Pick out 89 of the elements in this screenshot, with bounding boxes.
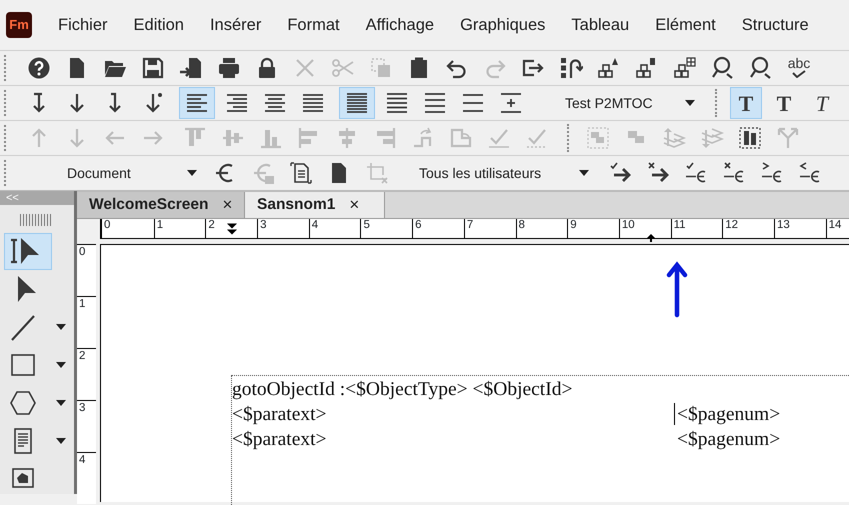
- ruler-number: 11: [670, 218, 722, 238]
- check-icon: [791, 70, 807, 78]
- dropdown-caret-icon: [56, 438, 66, 444]
- dropdown-caret-icon: [56, 324, 66, 330]
- dropdown-caret-icon: [56, 362, 66, 368]
- document-text: <$paratext>: [232, 428, 328, 452]
- ruler-number: 5: [360, 218, 412, 238]
- ruler-number: 8: [516, 218, 568, 238]
- ruler-number: 12: [722, 218, 774, 238]
- boxes-triangle-icon: [597, 56, 621, 80]
- document-text: <$pagenum>: [677, 428, 780, 452]
- ruler-number: 13: [774, 218, 826, 238]
- toolbar-button[interactable]: [339, 87, 375, 119]
- menu-item[interactable]: Elément: [655, 12, 716, 38]
- lines-plus-icon: [499, 91, 523, 115]
- ruler-number: 0: [103, 218, 112, 232]
- fork-icon: [776, 126, 800, 150]
- ruler-number: 1: [77, 296, 96, 348]
- app-logo: Fm: [6, 12, 32, 38]
- ruler-number: 6: [412, 218, 464, 238]
- caret-icon: [685, 100, 695, 106]
- ruler-number: 14: [826, 218, 849, 238]
- import-icon: [179, 56, 203, 80]
- lines-medium-icon: [385, 91, 409, 115]
- indent-marker-icon: [227, 222, 237, 234]
- align-justify-icon: [301, 91, 325, 115]
- rotate-left-icon: [449, 126, 473, 150]
- menu-item[interactable]: Tableau: [571, 12, 630, 38]
- menu-item[interactable]: Fichier: [58, 12, 108, 38]
- dropdown-value: Tous les utilisateurs: [419, 164, 542, 182]
- boxes-grid-icon: [673, 56, 697, 80]
- document-tab[interactable]: WelcomeScreen ×: [77, 192, 245, 218]
- dropdown[interactable]: Tous les utilisateurs: [413, 159, 595, 187]
- toolbar-button[interactable]: T: [768, 87, 800, 119]
- document-text: <$pagenum>: [677, 402, 780, 426]
- lines-wide-icon: [461, 91, 485, 115]
- layers-down-icon: [700, 126, 724, 150]
- toolbar-button[interactable]: [179, 87, 215, 119]
- lines-dense-icon: [345, 91, 369, 115]
- ruler-number: 9: [567, 218, 619, 238]
- ruler-number: 4: [308, 218, 360, 238]
- document-text: gotoObjectId :<$ObjectType> <$ObjectId>: [232, 378, 572, 402]
- menu-item[interactable]: Affichage: [366, 12, 434, 38]
- magnifier-icon: [749, 56, 773, 80]
- caret-icon: [579, 170, 589, 176]
- dropdown[interactable]: Document: [53, 159, 203, 187]
- menu-item[interactable]: Edition: [134, 12, 184, 38]
- layers-up-icon: [662, 126, 686, 150]
- align-right-icon: [225, 91, 249, 115]
- close-icon[interactable]: ×: [349, 192, 360, 218]
- ruler-number: 3: [257, 218, 309, 238]
- ruler-number: 0: [77, 244, 96, 296]
- spellcheck-text: abc: [788, 56, 810, 70]
- lines-loose-icon: [423, 91, 447, 115]
- toolbar-button[interactable]: T: [806, 87, 838, 119]
- menu-item[interactable]: Format: [287, 12, 340, 38]
- tool-button[interactable]: [4, 232, 52, 270]
- document-tab[interactable]: Sansnom1 ×: [245, 192, 385, 218]
- dropdown-caret-icon: [56, 400, 66, 406]
- print-icon: [217, 56, 241, 80]
- list-arrow-icon: [559, 56, 583, 80]
- ruler-number: 7: [464, 218, 516, 238]
- copy-icon: [369, 56, 393, 80]
- group-icon: [586, 126, 610, 150]
- caret-icon: [187, 170, 197, 176]
- ruler-number: 2: [77, 348, 96, 400]
- dropdown-value: Document: [67, 164, 131, 182]
- save-icon: [141, 56, 165, 80]
- ruler-number: 1: [154, 218, 206, 238]
- document-lines-icon: [289, 161, 313, 185]
- ruler-number: 3: [77, 400, 96, 452]
- toolbar-button[interactable]: T: [730, 87, 762, 119]
- ruler-number: 4: [77, 452, 96, 504]
- toolbar-button[interactable]: abc: [783, 52, 815, 84]
- euro-lock-icon: [251, 161, 275, 185]
- menu-item[interactable]: Insérer: [210, 12, 262, 38]
- help-icon: [27, 56, 51, 80]
- dropdown-value: Test P2MTOC: [565, 94, 653, 112]
- magnifier-icon: [711, 56, 735, 80]
- menu-item[interactable]: Structure: [742, 12, 809, 38]
- crop-cross-icon: [365, 161, 389, 185]
- document-text: <$paratext>: [232, 402, 328, 426]
- align-center-icon: [263, 91, 287, 115]
- menu-item[interactable]: Graphiques: [460, 12, 546, 38]
- distribute-icon: [738, 126, 762, 150]
- dropdown[interactable]: Test P2MTOC: [551, 89, 701, 117]
- close-icon[interactable]: ×: [222, 192, 232, 218]
- scissors-icon: [331, 56, 355, 80]
- align-left-icon: [185, 91, 209, 115]
